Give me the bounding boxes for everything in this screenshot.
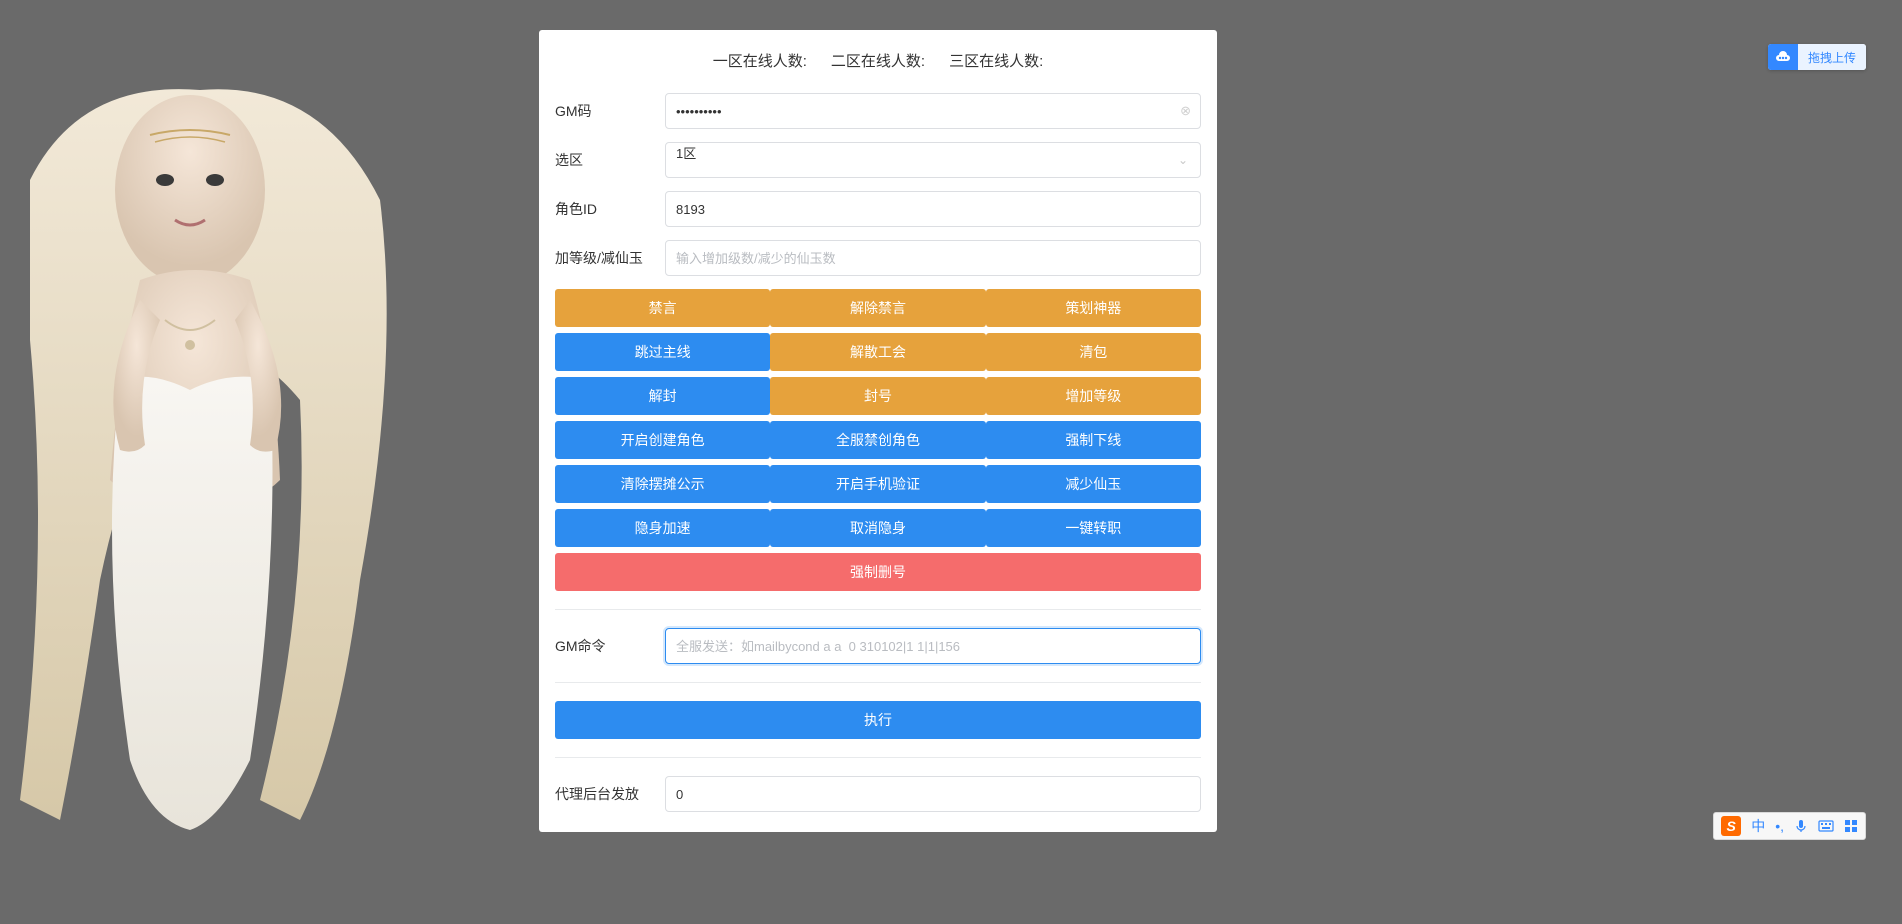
character-illustration [0, 60, 420, 840]
force-delete-button[interactable]: 强制删号 [555, 553, 1201, 591]
gmcmd-input[interactable] [665, 628, 1201, 664]
zone3-online: 三区在线人数: [949, 50, 1043, 71]
zone-select[interactable]: 1区 ⌄ [665, 142, 1201, 178]
upload-label: 拖拽上传 [1798, 44, 1866, 70]
level-label: 加等级/减仙玉 [555, 240, 665, 268]
roleid-label: 角色ID [555, 191, 665, 219]
execute-button[interactable]: 执行 [555, 701, 1201, 739]
enable-phone-verify-button[interactable]: 开启手机验证 [770, 465, 985, 503]
online-stats: 一区在线人数: 二区在线人数: 三区在线人数: [555, 50, 1201, 71]
force-offline-button[interactable]: 强制下线 [986, 421, 1201, 459]
enable-create-role-button[interactable]: 开启创建角色 [555, 421, 770, 459]
gmcode-input[interactable] [665, 93, 1201, 129]
ime-logo-icon[interactable]: S [1718, 814, 1744, 838]
clear-bag-button[interactable]: 清包 [986, 333, 1201, 371]
cancel-stealth-button[interactable]: 取消隐身 [770, 509, 985, 547]
clear-stall-button[interactable]: 清除摆摊公示 [555, 465, 770, 503]
cloud-icon [1768, 44, 1798, 70]
gmcmd-label: GM命令 [555, 628, 665, 656]
mute-button[interactable]: 禁言 [555, 289, 770, 327]
upload-widget[interactable]: 拖拽上传 [1768, 44, 1866, 70]
divider [555, 682, 1201, 683]
clear-icon[interactable]: ⊗ [1180, 103, 1191, 119]
ime-mic-icon[interactable] [1791, 817, 1811, 835]
divider [555, 609, 1201, 610]
zone-label: 选区 [555, 142, 665, 170]
agent-label: 代理后台发放 [555, 776, 665, 804]
ime-grid-icon[interactable] [1841, 817, 1861, 835]
chevron-down-icon: ⌄ [1178, 153, 1188, 167]
zone2-online: 二区在线人数: [831, 50, 925, 71]
unmute-button[interactable]: 解除禁言 [770, 289, 985, 327]
ime-toolbar[interactable]: S 中 •, [1713, 812, 1866, 840]
disable-create-role-button[interactable]: 全服禁创角色 [770, 421, 985, 459]
ime-lang[interactable]: 中 [1748, 814, 1768, 838]
level-input[interactable] [665, 240, 1201, 276]
agent-input[interactable] [665, 776, 1201, 812]
planner-weapon-button[interactable]: 策划神器 [986, 289, 1201, 327]
zone-selected-value: 1区 [676, 146, 696, 161]
zone1-online: 一区在线人数: [713, 50, 807, 71]
ime-punct-icon[interactable]: •, [1772, 816, 1787, 836]
disband-guild-button[interactable]: 解散工会 [770, 333, 985, 371]
unban-button[interactable]: 解封 [555, 377, 770, 415]
ban-button[interactable]: 封号 [770, 377, 985, 415]
divider [555, 757, 1201, 758]
add-level-button[interactable]: 增加等级 [986, 377, 1201, 415]
reduce-jade-button[interactable]: 减少仙玉 [986, 465, 1201, 503]
gmcode-label: GM码 [555, 93, 665, 121]
main-panel: 一区在线人数: 二区在线人数: 三区在线人数: GM码 ⊗ 选区 1区 ⌄ 角色… [539, 30, 1217, 832]
change-class-button[interactable]: 一键转职 [986, 509, 1201, 547]
ime-keyboard-icon[interactable] [1815, 818, 1837, 834]
skip-mainline-button[interactable]: 跳过主线 [555, 333, 770, 371]
roleid-input[interactable] [665, 191, 1201, 227]
stealth-speed-button[interactable]: 隐身加速 [555, 509, 770, 547]
